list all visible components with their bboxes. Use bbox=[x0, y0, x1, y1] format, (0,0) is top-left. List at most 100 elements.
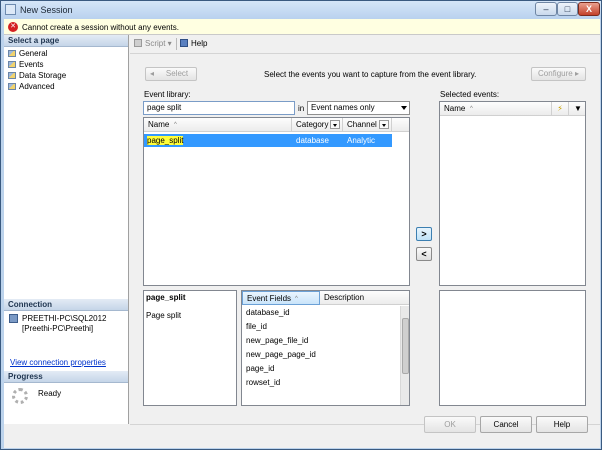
help-button[interactable]: Help bbox=[536, 416, 588, 433]
forward-arrow-icon: ▸ bbox=[572, 69, 579, 78]
toolbar-divider bbox=[130, 53, 600, 54]
selected-events-label: Selected events: bbox=[440, 90, 500, 99]
description-label: Description bbox=[324, 293, 365, 302]
selected-events-grid: Name ^ ⚡ ▼ bbox=[439, 101, 586, 286]
maximize-button[interactable]: □ bbox=[557, 2, 578, 16]
dialog-client: ✕ Cannot create a session without any ev… bbox=[4, 19, 600, 448]
app-icon bbox=[5, 4, 16, 15]
match-highlight: split bbox=[169, 136, 184, 145]
title-bar: New Session – □ X bbox=[1, 1, 601, 19]
page-label: Events bbox=[19, 60, 44, 69]
in-label: in bbox=[298, 104, 305, 113]
close-button[interactable]: X bbox=[578, 2, 600, 16]
list-item[interactable]: new_page_page_id bbox=[246, 348, 316, 361]
column-header-category[interactable]: Category bbox=[292, 118, 343, 132]
event-channel-cell: Analytic bbox=[347, 136, 376, 145]
back-arrow-icon: ◂ bbox=[150, 69, 155, 78]
column-header-channel[interactable]: Channel bbox=[343, 118, 392, 132]
progress-spinner-icon bbox=[12, 388, 28, 404]
list-item[interactable]: new_page_file_id bbox=[246, 334, 308, 347]
filter-dropdown-icon[interactable] bbox=[379, 120, 389, 129]
left-pane: Select a page General Events Data Storag… bbox=[4, 35, 129, 424]
page-data-storage[interactable]: Data Storage bbox=[8, 70, 66, 81]
select-button[interactable]: ◂ Select bbox=[145, 67, 197, 81]
ok-button[interactable]: OK bbox=[424, 416, 476, 433]
error-bar: ✕ Cannot create a session without any ev… bbox=[4, 19, 600, 35]
sort-ascending-icon: ^ bbox=[295, 296, 298, 302]
progress-header: Progress bbox=[4, 371, 128, 383]
list-item[interactable]: rowset_id bbox=[246, 376, 280, 389]
selected-event-detail-pane bbox=[439, 290, 586, 406]
chevron-down-icon bbox=[401, 106, 407, 110]
page-general[interactable]: General bbox=[8, 48, 47, 59]
page-label: Data Storage bbox=[19, 71, 67, 80]
sort-ascending-icon: ^ bbox=[174, 122, 177, 128]
toolbar: Script ▾ Help bbox=[130, 35, 600, 53]
connection-server: PREETHI-PC\SQL2012 bbox=[22, 314, 107, 323]
list-item[interactable]: file_id bbox=[246, 320, 267, 333]
search-scope-value: Event names only bbox=[311, 103, 375, 112]
page-icon bbox=[8, 50, 16, 57]
connection-info: PREETHI-PC\SQL2012 [Preethi-PC\Preethi] bbox=[4, 314, 128, 336]
add-event-button[interactable]: > bbox=[416, 227, 432, 241]
configure-button-label: Configure bbox=[538, 69, 573, 78]
progress-status: Ready bbox=[38, 389, 62, 398]
connection-header: Connection bbox=[4, 299, 128, 311]
help-label: Help bbox=[191, 39, 208, 48]
select-page-header: Select a page bbox=[4, 35, 128, 47]
connection-user: [Preethi-PC\Preethi] bbox=[22, 324, 94, 333]
column-category-label: Category bbox=[296, 120, 329, 129]
list-item[interactable]: database_id bbox=[246, 306, 290, 319]
server-icon bbox=[9, 314, 18, 323]
event-category-cell: database bbox=[296, 136, 329, 145]
scroll-thumb[interactable] bbox=[402, 318, 409, 374]
event-detail-description: Page split bbox=[146, 311, 182, 320]
event-fields-grid: Event Fields ^ Description database_id f… bbox=[241, 290, 410, 406]
window-title: New Session bbox=[20, 5, 73, 15]
lightning-icon[interactable]: ⚡ bbox=[552, 102, 569, 116]
error-icon: ✕ bbox=[8, 22, 18, 32]
page-label: Advanced bbox=[19, 82, 55, 91]
column-channel-label: Channel bbox=[347, 120, 377, 129]
list-item[interactable]: page_id bbox=[246, 362, 274, 375]
page-label: General bbox=[19, 49, 48, 58]
search-scope-select[interactable]: Event names only bbox=[307, 101, 410, 115]
script-icon bbox=[134, 39, 142, 47]
column-name-label: Name bbox=[148, 120, 170, 129]
error-message: Cannot create a session without any even… bbox=[22, 23, 179, 32]
event-detail-name: page_split bbox=[146, 293, 186, 302]
event-library-label: Event library: bbox=[144, 90, 191, 99]
script-button[interactable]: Script ▾ bbox=[134, 39, 172, 48]
page-icon bbox=[8, 61, 16, 68]
fields-scrollbar[interactable] bbox=[400, 306, 409, 405]
help-icon bbox=[180, 39, 188, 47]
selected-name-label: Name bbox=[444, 104, 466, 113]
dialog-window: New Session – □ X ✕ Cannot create a sess… bbox=[0, 0, 602, 450]
configure-button[interactable]: Configure ▸ bbox=[531, 67, 586, 81]
help-toolbar-button[interactable]: Help bbox=[180, 39, 207, 48]
view-connection-properties-link[interactable]: View connection properties bbox=[10, 358, 106, 367]
event-library-grid: Name ^ Category Channel page_split datab… bbox=[143, 117, 410, 286]
page-icon bbox=[8, 83, 16, 90]
table-row[interactable]: page_split database Analytic bbox=[144, 134, 392, 147]
filter-icon[interactable]: ▼ bbox=[569, 102, 585, 116]
column-header-description[interactable]: Description bbox=[320, 291, 409, 305]
event-name-cell: page_split bbox=[147, 136, 184, 145]
event-search-input[interactable]: page split bbox=[143, 101, 295, 115]
page-advanced[interactable]: Advanced bbox=[8, 81, 55, 92]
selected-column-header-name[interactable]: Name ^ bbox=[440, 102, 552, 116]
remove-event-button[interactable]: < bbox=[416, 247, 432, 261]
cancel-button[interactable]: Cancel bbox=[480, 416, 532, 433]
minimize-button[interactable]: – bbox=[535, 2, 557, 16]
event-description-pane: page_split Page split bbox=[143, 290, 237, 406]
filter-dropdown-icon[interactable] bbox=[330, 120, 340, 129]
page-events[interactable]: Events bbox=[8, 59, 43, 70]
event-fields-label: Event Fields bbox=[247, 294, 292, 303]
sort-ascending-icon: ^ bbox=[470, 106, 473, 112]
column-header-event-fields[interactable]: Event Fields ^ bbox=[242, 291, 320, 305]
match-highlight: page bbox=[147, 136, 165, 145]
column-header-name[interactable]: Name ^ bbox=[144, 118, 292, 132]
column-header-filler bbox=[392, 118, 409, 132]
toolbar-separator bbox=[176, 38, 177, 50]
select-button-label: Select bbox=[165, 69, 189, 78]
